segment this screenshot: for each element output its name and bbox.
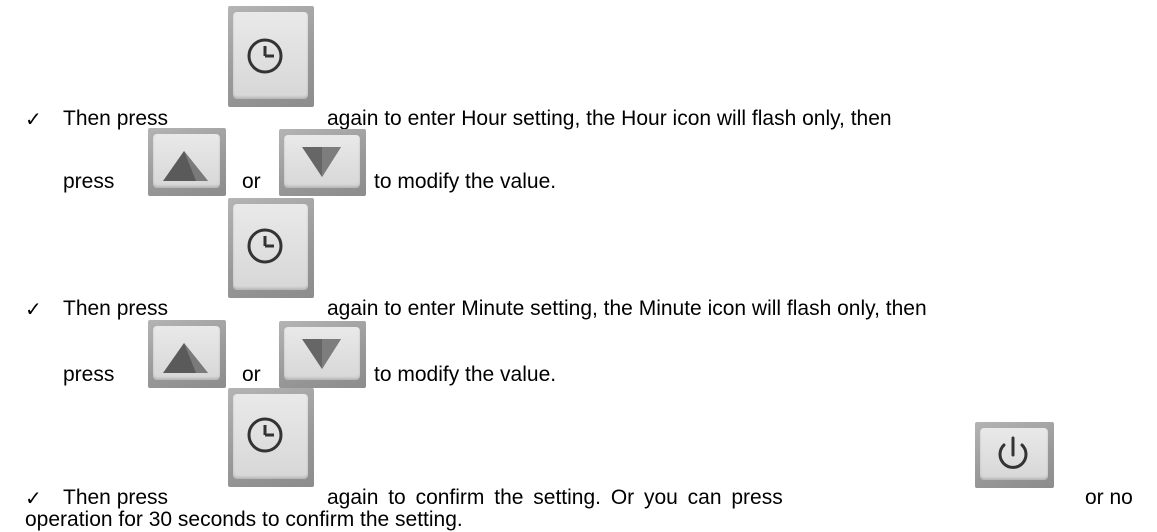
item3-line2: operation for 30 seconds to confirm the … — [25, 508, 463, 531]
item3-text-a: Then press — [63, 486, 169, 509]
up-button[interactable] — [148, 320, 226, 388]
clock-button[interactable] — [228, 388, 314, 487]
clock-icon — [247, 228, 283, 264]
check-bullet: ✓ — [25, 297, 42, 321]
down-arrow-icon — [302, 147, 341, 177]
power-button[interactable] — [975, 422, 1054, 488]
item2-text-a: Then press — [63, 297, 169, 320]
item2-press: press — [63, 363, 115, 386]
down-arrow-icon — [302, 339, 341, 369]
clock-icon — [247, 38, 283, 74]
check-bullet: ✓ — [25, 486, 42, 510]
item2-or: or — [242, 363, 261, 386]
item1-or: or — [242, 170, 261, 193]
up-arrow-icon — [163, 343, 208, 373]
power-icon — [998, 436, 1028, 469]
item2-text-b: again to enter Minute setting, the Minut… — [327, 297, 927, 320]
up-arrow-icon — [163, 151, 208, 181]
item3-text-c: or no — [1085, 486, 1133, 509]
down-button[interactable] — [279, 129, 366, 196]
clock-button[interactable] — [228, 6, 314, 107]
item2-modify: to modify the value. — [374, 363, 557, 386]
item1-modify: to modify the value. — [374, 170, 557, 193]
item1-press: press — [63, 170, 115, 193]
clock-icon — [247, 417, 283, 453]
item1-text-b: again to enter Hour setting, the Hour ic… — [327, 107, 892, 130]
item3-text-b: again to confirm the setting. Or you can… — [327, 486, 783, 509]
clock-button[interactable] — [228, 198, 314, 298]
check-bullet: ✓ — [25, 107, 42, 131]
down-button[interactable] — [279, 321, 366, 388]
up-button[interactable] — [148, 128, 226, 196]
